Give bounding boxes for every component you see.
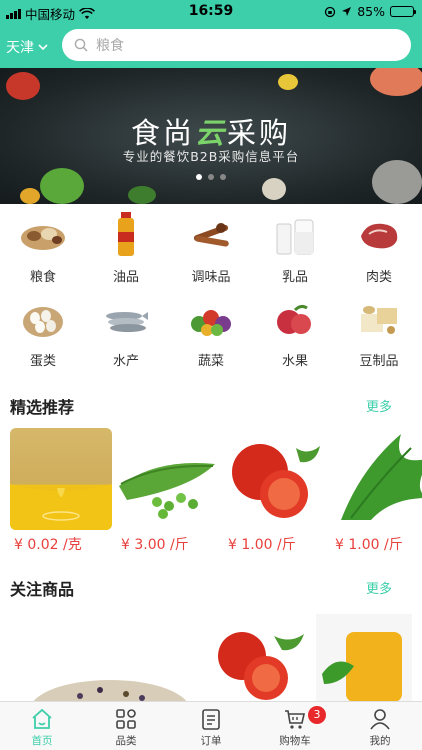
city-selector[interactable]: 天津 [6, 37, 48, 57]
user-icon [368, 707, 392, 731]
meat-icon [355, 216, 403, 256]
category-label: 蔬菜 [197, 354, 224, 369]
category-vegetables[interactable]: 蔬菜 [169, 288, 253, 372]
tab-label: 首页 [31, 735, 53, 747]
tomato-image [224, 428, 326, 530]
salmon-decoration [370, 68, 422, 96]
herb-decoration [128, 186, 156, 204]
tomato-decoration [6, 72, 40, 100]
category-seafood[interactable]: 水产 [84, 288, 168, 372]
promo-banner[interactable]: 食尚云采购 专业的餐饮B2B采购信息平台 [0, 68, 422, 204]
tab-label: 我的 [369, 735, 391, 747]
mortar-decoration [372, 160, 422, 204]
leafy-greens-image [331, 428, 422, 530]
vegetable-icon [187, 300, 235, 340]
search-input[interactable]: 粮食 [62, 29, 411, 61]
rotation-lock-icon [325, 6, 336, 17]
cart-icon [283, 707, 307, 731]
product-price: ¥ 0.02 /克 [14, 537, 82, 553]
tab-profile[interactable]: 我的 [338, 702, 422, 750]
category-grid-icon [114, 707, 138, 731]
category-label: 蛋类 [29, 354, 56, 369]
home-icon [30, 707, 54, 731]
category-label: 肉类 [365, 270, 392, 285]
category-label: 粮食 [29, 270, 56, 285]
grain-icon [19, 216, 67, 256]
banner-subtitle: 专业的餐饮B2B采购信息平台 [122, 149, 300, 164]
category-meat[interactable]: 肉类 [337, 204, 421, 288]
category-tofu[interactable]: 豆制品 [337, 288, 421, 372]
tab-orders[interactable]: 订单 [169, 702, 253, 750]
cart-badge: 3 [308, 706, 326, 724]
category-dairy[interactable]: 乳品 [253, 204, 337, 288]
category-label: 油品 [112, 270, 139, 285]
bottom-tab-bar: 首页 品类 订单 购物车 3 我的 [0, 701, 422, 750]
banner-title-left: 食尚 [130, 116, 195, 150]
category-spices[interactable]: 调味品 [169, 204, 253, 288]
mixed-grains-image[interactable] [10, 614, 208, 702]
fish-icon [102, 300, 150, 340]
category-label: 豆制品 [359, 354, 399, 369]
category-oil[interactable]: 油品 [84, 204, 168, 288]
oil-bottle-icon [102, 212, 150, 256]
banner-title-accent: 云 [194, 116, 227, 150]
carousel-dot[interactable] [220, 174, 226, 180]
category-label: 乳品 [281, 270, 308, 285]
juice-image[interactable] [316, 614, 412, 702]
product-card[interactable]: ¥ 3.00 /斤 [117, 428, 219, 554]
watched-section-header: 关注商品 更多 [10, 576, 412, 600]
watched-more-link[interactable]: 更多 [366, 578, 392, 597]
category-label: 水产 [112, 354, 139, 369]
chevron-down-icon [38, 44, 48, 50]
tab-label: 购物车 [279, 735, 311, 747]
milk-icon [271, 216, 319, 256]
green-peas-image [117, 428, 219, 530]
tofu-icon [355, 300, 403, 340]
location-arrow-icon [342, 7, 352, 16]
category-grain[interactable]: 粮食 [1, 204, 85, 288]
product-card[interactable]: ¥ 0.02 /克 [10, 428, 112, 554]
tab-home[interactable]: 首页 [0, 702, 84, 750]
order-list-icon [199, 707, 223, 731]
battery-percent: 85% [357, 4, 385, 19]
fruit-icon [271, 300, 319, 340]
egg-icon [19, 300, 67, 340]
section-title: 精选推荐 [10, 398, 75, 417]
product-card[interactable]: ¥ 1.00 /斤 [331, 428, 422, 554]
featured-product-list: ¥ 0.02 /克 ¥ 3.00 /斤 ¥ 1.00 /斤 ¥ 1.00 /斤 [0, 428, 422, 554]
tab-category[interactable]: 品类 [84, 702, 168, 750]
product-price: ¥ 3.00 /斤 [121, 537, 189, 553]
battery-icon [390, 6, 416, 17]
spice-icon [187, 216, 235, 256]
banner-title-right: 采购 [227, 116, 292, 150]
tomato-image[interactable] [210, 614, 314, 702]
bowl-decoration [262, 178, 286, 200]
top-bar: 天津 粮食 [0, 22, 422, 68]
tab-label: 订单 [200, 735, 222, 747]
watched-product-list [0, 610, 422, 702]
section-title: 关注商品 [10, 580, 75, 599]
product-card[interactable]: ¥ 1.00 /斤 [224, 428, 326, 554]
status-bar: 中国移动 16:59 85% [0, 0, 422, 22]
category-fruit[interactable]: 水果 [253, 288, 337, 372]
featured-more-link[interactable]: 更多 [366, 396, 392, 415]
featured-section-header: 精选推荐 更多 [10, 394, 412, 418]
product-price: ¥ 1.00 /斤 [228, 537, 296, 553]
product-price: ¥ 1.00 /斤 [335, 537, 403, 553]
carousel-dot[interactable] [208, 174, 214, 180]
category-grid: 粮食 油品 调味品 乳品 肉类 蛋类 水产 蔬菜 水果 豆制品 [0, 204, 422, 380]
city-label: 天津 [6, 40, 34, 56]
lettuce-decoration [40, 168, 84, 204]
category-label: 调味品 [191, 270, 231, 285]
category-label: 水果 [281, 354, 308, 369]
search-icon [74, 38, 88, 52]
category-eggs[interactable]: 蛋类 [1, 288, 85, 372]
lemon-decoration [278, 74, 298, 90]
carousel-dots[interactable] [196, 174, 226, 180]
tab-label: 品类 [115, 735, 137, 747]
carousel-dot[interactable] [196, 174, 202, 180]
search-placeholder: 粮食 [96, 38, 124, 54]
pepper-decoration [20, 188, 40, 204]
soybean-oil-image [10, 428, 112, 530]
